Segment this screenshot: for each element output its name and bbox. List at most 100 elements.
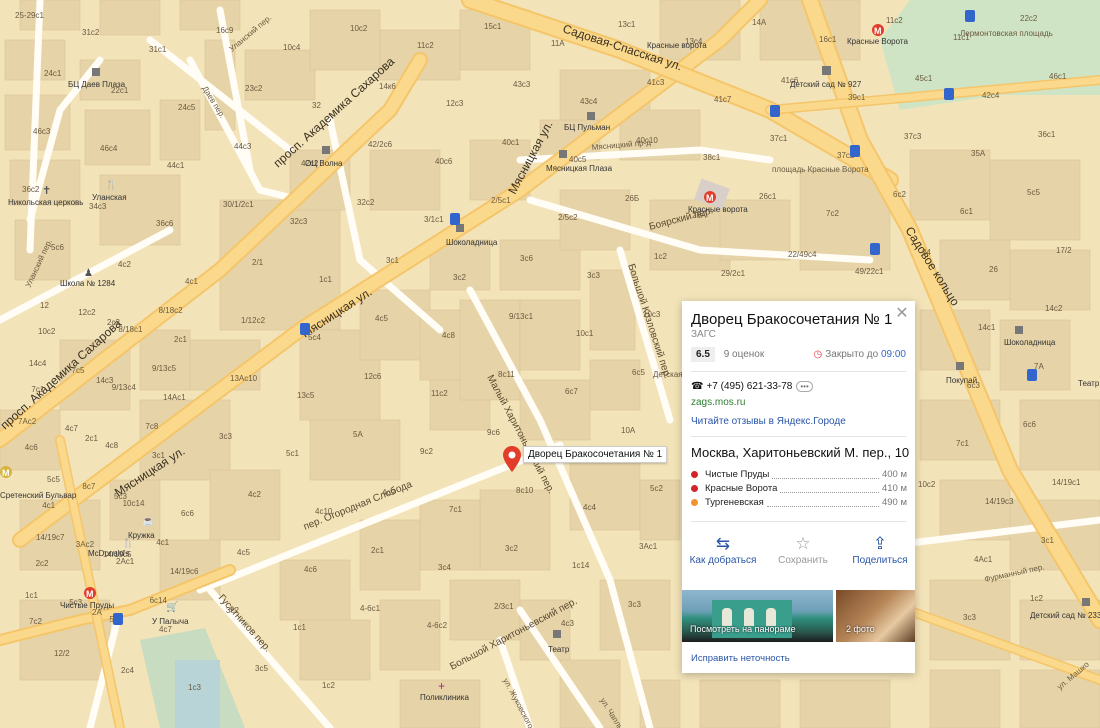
poi-label: ОЦ Волна (305, 159, 343, 168)
house-number: 16с1 (819, 35, 837, 44)
reviews-count[interactable]: 9 оценок (724, 349, 765, 360)
house-number: 4Ас1 (974, 555, 993, 564)
bus-stop-icon[interactable] (870, 243, 880, 255)
poi-label: Красные Ворота (847, 37, 908, 46)
report-error-link[interactable]: Исправить неточность (691, 653, 790, 664)
share-button[interactable]: ⇪ Поделиться (840, 533, 920, 566)
route-button[interactable]: ⇆ Как добраться (683, 533, 763, 566)
bus-stop-icon[interactable] (965, 10, 975, 22)
house-number: 46с1 (1049, 72, 1067, 81)
reviews-link[interactable]: Читайте отзывы в Яндекс.Городе (691, 416, 846, 427)
bus-stop-icon[interactable] (770, 105, 780, 117)
shop-icon[interactable]: 🛒 (166, 600, 178, 613)
bus-stop-icon[interactable] (450, 213, 460, 225)
poi-label: Шоколадница (1004, 338, 1056, 347)
metro-icon[interactable]: M (0, 466, 12, 478)
business-center-icon[interactable] (559, 150, 567, 158)
house-number: 14/19с1 (1052, 478, 1081, 487)
clinic-icon[interactable]: + (438, 679, 445, 693)
svg-text:M: M (874, 26, 882, 36)
rating-badge[interactable]: 6.5 (691, 347, 715, 362)
house-number: 8с10 (516, 486, 534, 495)
share-label: Поделиться (852, 555, 908, 566)
poi-label: Поликлиника (420, 693, 469, 702)
phone-number[interactable]: +7 (495) 621-33-78 (706, 381, 792, 392)
square-label: Лермонтовская площадь (960, 29, 1053, 38)
house-number: 3с6 (520, 254, 533, 263)
panorama-label: Посмотреть на панораме (690, 624, 796, 634)
metro-station-name: Чистые Пруды (705, 469, 770, 480)
metro-station-row[interactable]: Тургеневская 490 м (691, 496, 907, 509)
theatre-icon[interactable] (553, 630, 561, 638)
svg-text:M: M (86, 589, 94, 599)
close-icon[interactable]: ✕ (895, 306, 909, 322)
house-number: 31с1 (149, 45, 167, 54)
metro-station-row[interactable]: Красные Ворота 410 м (691, 482, 907, 495)
house-number: 3с5 (255, 664, 268, 673)
svg-text:+: + (438, 679, 445, 693)
bar-icon[interactable]: ☕ (142, 514, 154, 527)
metro-icon[interactable]: M (704, 191, 716, 203)
house-number: 8/18с1 (118, 325, 143, 334)
house-number: 12с2 (78, 308, 96, 317)
metro-distance: 410 м (881, 483, 907, 494)
church-icon[interactable]: ✝ (42, 185, 51, 197)
panorama-thumbnail[interactable]: Посмотреть на панораме (682, 590, 833, 642)
metro-station-row[interactable]: Чистые Пруды 400 м (691, 468, 907, 481)
save-button[interactable]: ☆ Сохранить (763, 533, 843, 566)
house-number: 14с1 (978, 323, 996, 332)
website-link[interactable]: zags.mos.ru (691, 397, 745, 408)
house-number: 1с3 (188, 683, 201, 692)
bus-stop-icon[interactable] (300, 323, 310, 335)
poi-label: Уланская (92, 193, 127, 202)
house-number: 38с1 (703, 153, 721, 162)
house-number: 2/3с1 (494, 602, 514, 611)
house-number: 4с4 (583, 503, 596, 512)
metro-icon[interactable]: M (84, 587, 96, 599)
bus-stop-icon[interactable] (944, 88, 954, 100)
restaurant-icon[interactable]: 🍴 (105, 178, 117, 191)
place-category: ЗАГС (691, 329, 716, 340)
house-number: 4с3 (561, 619, 574, 628)
business-center-icon[interactable] (322, 146, 330, 154)
house-number: 4с6 (304, 565, 317, 574)
metro-line-dot (691, 485, 698, 492)
house-number: 12с6 (364, 372, 382, 381)
bus-stop-icon[interactable] (1027, 369, 1037, 381)
business-center-icon[interactable] (587, 112, 595, 120)
business-center-icon[interactable] (92, 68, 100, 76)
shop-icon[interactable] (956, 362, 964, 370)
house-number: 5с2 (650, 484, 663, 493)
photos-strip: Посмотреть на панораме 2 фото (682, 590, 915, 642)
closed-time: 09:00 (880, 349, 906, 360)
house-number: 7с2 (826, 209, 839, 218)
more-phones-button[interactable]: ••• (796, 381, 813, 392)
house-number: 25-29с1 (15, 11, 44, 20)
house-number: 14/19с3 (985, 497, 1014, 506)
route-icon: ⇆ (715, 534, 731, 553)
house-number: 3с3 (587, 271, 600, 280)
house-number: 14А (752, 18, 767, 27)
house-number: 2с1 (85, 434, 98, 443)
house-number: 4с5 (237, 548, 250, 557)
school-icon[interactable]: ♟ (84, 268, 93, 279)
photo-gallery-thumbnail[interactable]: 2 фото (836, 590, 915, 642)
house-number: 10с4 (283, 43, 301, 52)
house-number: 11с2 (886, 16, 903, 25)
placemark-label[interactable]: Дворец Бракосочетания № 1 (523, 446, 668, 463)
cafe-icon[interactable] (456, 224, 464, 232)
house-number: 14/19с7 (36, 533, 65, 542)
metro-icon[interactable]: M (872, 24, 884, 36)
kindergarten-icon[interactable] (822, 66, 831, 75)
cafe-icon[interactable] (1015, 326, 1023, 334)
bus-stop-icon[interactable] (113, 613, 123, 625)
house-number: 14к6 (379, 82, 396, 91)
bus-stop-icon[interactable] (850, 145, 860, 157)
house-number: 8/18с2 (159, 306, 184, 315)
house-number: 3с3 (219, 432, 232, 441)
house-number: 10с1 (576, 329, 594, 338)
placemark-pin-icon[interactable] (503, 446, 521, 472)
kindergarten-icon[interactable] (1082, 598, 1090, 606)
poi-label: Красные ворота (688, 205, 748, 214)
map-canvas[interactable]: Садовая-Спасская ул. просп. Академика Са… (0, 0, 1100, 728)
